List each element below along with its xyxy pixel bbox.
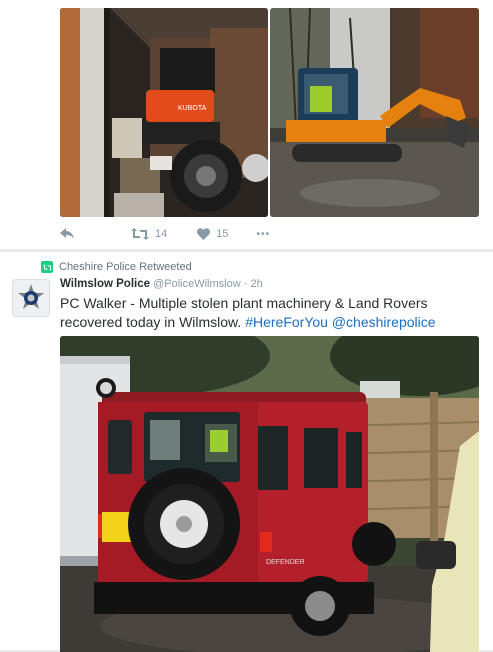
- mention-link[interactable]: @cheshirepolice: [332, 314, 436, 330]
- van-interior-photo[interactable]: KUBOTA: [60, 8, 268, 217]
- reply-icon: [60, 228, 74, 239]
- excavator-photo[interactable]: [270, 8, 479, 217]
- tweet-card-2: Cheshire Police Retweeted Wilmslow Polic…: [0, 251, 493, 652]
- author-name[interactable]: Wilmslow Police: [60, 278, 150, 290]
- heart-icon: [197, 228, 211, 240]
- hashtag-link[interactable]: #HereForYou: [245, 314, 328, 330]
- header-separator: ·: [243, 278, 248, 290]
- kubota-logo-text: KUBOTA: [178, 105, 207, 112]
- retweet-icon: [131, 228, 149, 240]
- avatar[interactable]: [12, 279, 50, 317]
- reply-button[interactable]: [60, 228, 75, 240]
- land-rover-photo[interactable]: DEFENDER: [60, 336, 479, 652]
- like-button[interactable]: 15: [197, 228, 229, 240]
- tweet-actions: 14 15 •••: [60, 224, 270, 244]
- author-handle[interactable]: @PoliceWilmslow: [153, 278, 241, 290]
- police-star-badge-icon: [18, 284, 44, 309]
- more-button[interactable]: •••: [257, 229, 271, 240]
- retweet-context: Cheshire Police Retweeted: [41, 260, 192, 274]
- more-icon: •••: [256, 228, 271, 240]
- retweet-context-text[interactable]: Cheshire Police Retweeted: [59, 261, 192, 273]
- retweet-count: 14: [155, 228, 168, 240]
- defender-badge-text: DEFENDER: [266, 559, 305, 566]
- tweet-card-1: KUBOTA 14 15 •••: [0, 0, 493, 249]
- tweet-header: Wilmslow Police @PoliceWilmslow · 2h: [60, 278, 263, 290]
- tweet-timestamp[interactable]: 2h: [250, 278, 262, 290]
- tweet-media-grid: KUBOTA: [60, 8, 479, 217]
- retweet-button[interactable]: 14: [131, 228, 167, 240]
- tweet-text: PC Walker - Multiple stolen plant machin…: [60, 294, 480, 332]
- like-count: 15: [216, 228, 229, 240]
- retweet-badge-icon: [41, 261, 53, 273]
